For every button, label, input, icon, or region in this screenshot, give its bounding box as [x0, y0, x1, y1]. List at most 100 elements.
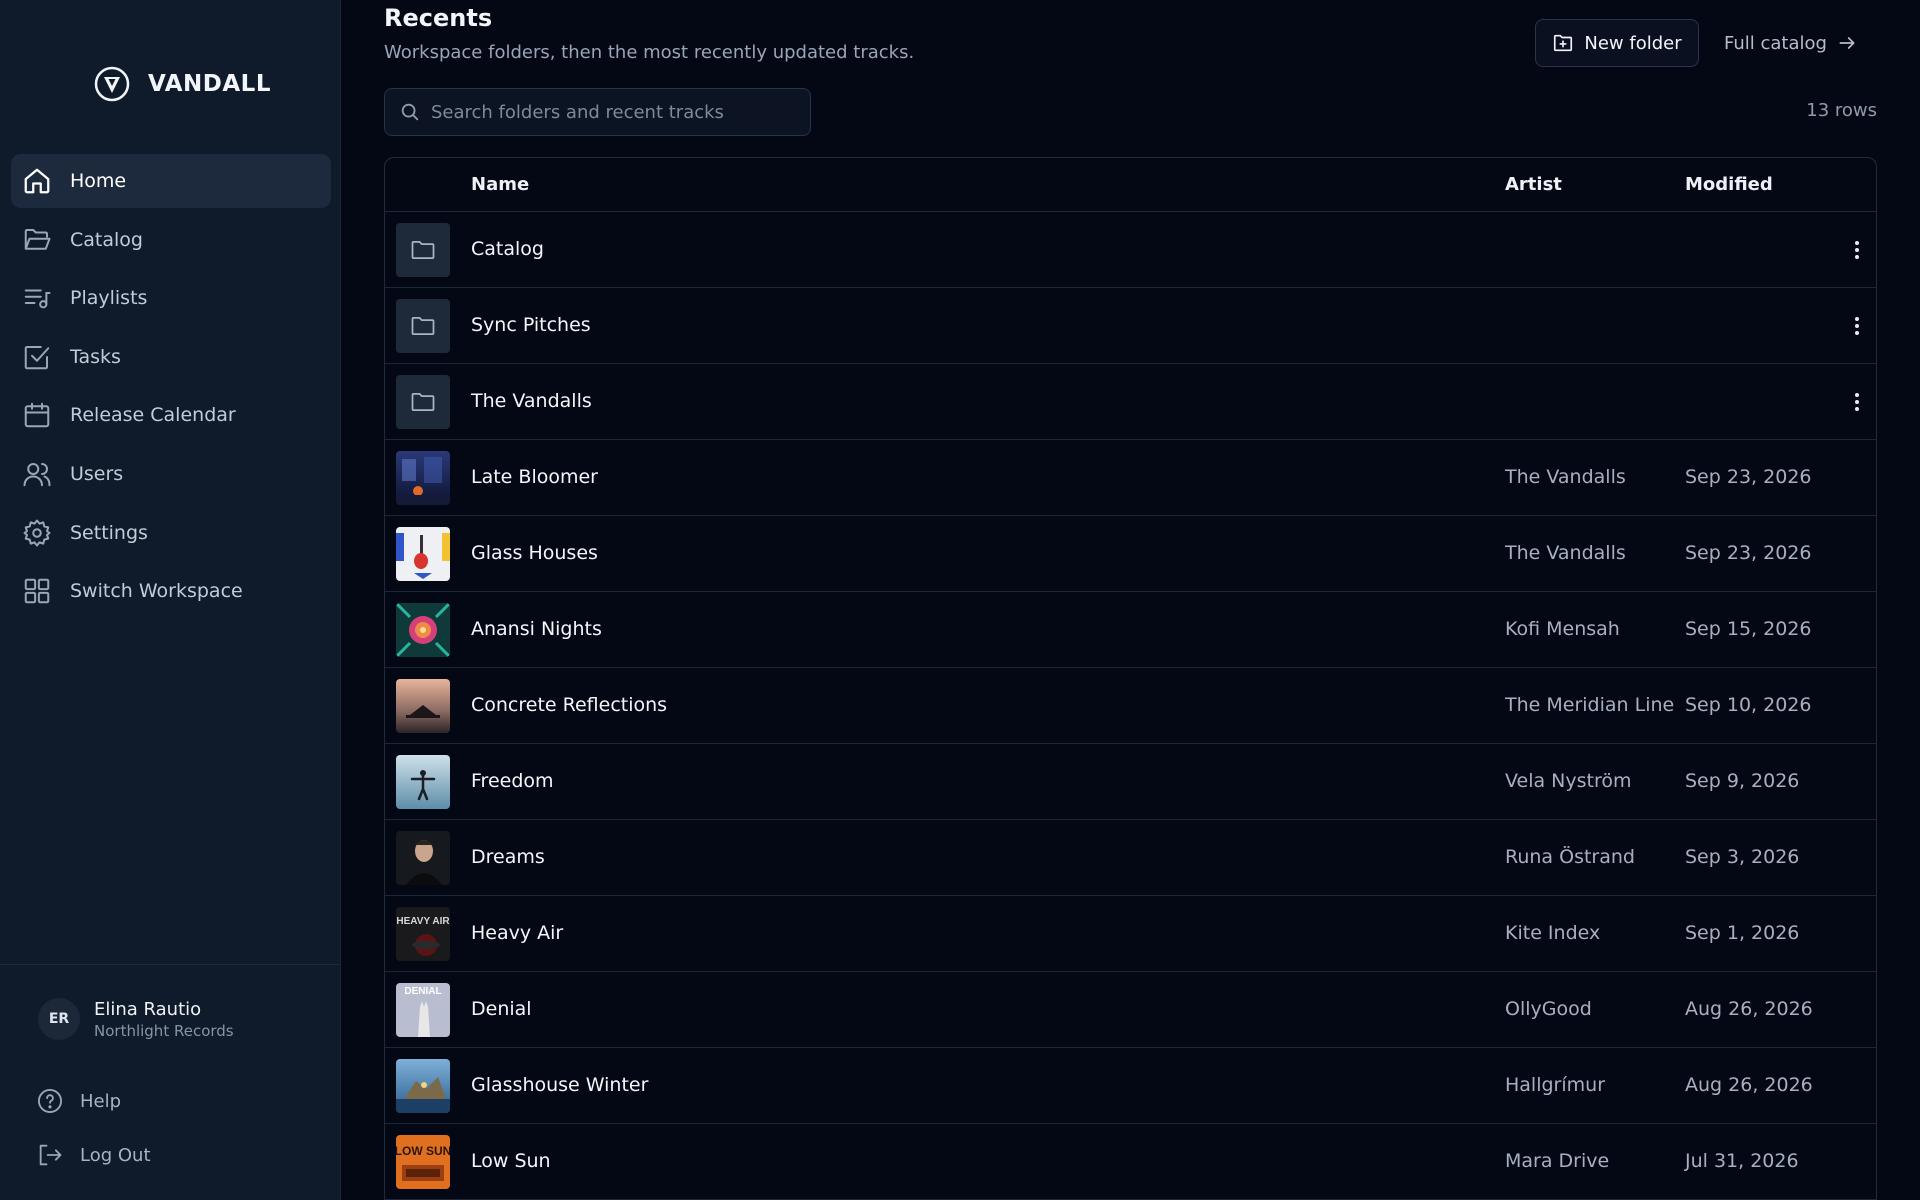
row-artist: The Vandalls [1505, 466, 1626, 488]
sidebar-item-playlists[interactable]: Playlists [11, 271, 331, 325]
sidebar-item-label: Playlists [70, 287, 148, 310]
row-name: Glasshouse Winter [471, 1074, 649, 1096]
gear-icon [23, 519, 51, 547]
new-folder-button[interactable]: New folder [1535, 19, 1699, 67]
folder-thumb [396, 299, 450, 353]
row-modified: Sep 23, 2026 [1685, 542, 1812, 564]
page-title: Recents [384, 4, 493, 32]
row-name: Late Bloomer [471, 466, 598, 488]
row-name: Glass Houses [471, 542, 598, 564]
row-name: Concrete Reflections [471, 694, 668, 716]
sidebar-item-release-calendar[interactable]: Release Calendar [11, 388, 331, 442]
home-icon [24, 168, 50, 194]
sidebar-divider [0, 964, 341, 965]
table-row[interactable]: DENIAL Denial OllyGood Aug 26, 2026 [385, 972, 1876, 1048]
album-cover: DENIAL [396, 983, 450, 1037]
sidebar-item-catalog[interactable]: Catalog [11, 213, 331, 267]
logout-label: Log Out [80, 1144, 151, 1166]
recents-table: Name Artist Modified Catalog Sync Pitche… [384, 157, 1877, 1200]
sidebar-item-switch-workspace[interactable]: Switch Workspace [11, 564, 331, 618]
user-profile[interactable]: ER Elina Rautio Northlight Records [38, 998, 234, 1040]
table-row[interactable]: LOW SUN Low Sun Mara Drive Jul 31, 2026 [385, 1124, 1876, 1200]
new-folder-label: New folder [1584, 32, 1682, 54]
grid-icon [24, 578, 50, 604]
row-name: Denial [471, 998, 532, 1020]
row-name: Low Sun [471, 1150, 551, 1172]
help-icon [37, 1088, 63, 1114]
more-vertical-icon [1855, 241, 1859, 259]
full-catalog-link[interactable]: Full catalog [1724, 19, 1857, 67]
sidebar-nav: Home Catalog Playlists Tasks Release Cal… [11, 154, 331, 623]
album-cover [396, 755, 450, 809]
sidebar-item-home[interactable]: Home [11, 154, 331, 208]
sidebar-item-label: Tasks [70, 345, 121, 368]
row-artist: Runa Östrand [1505, 846, 1635, 868]
brand[interactable]: VANDALL [94, 66, 271, 102]
table-row[interactable]: Dreams Runa Östrand Sep 3, 2026 [385, 820, 1876, 896]
album-cover [396, 527, 450, 581]
cover-lettering: DENIAL [404, 986, 441, 997]
table-row[interactable]: Late Bloomer The Vandalls Sep 23, 2026 [385, 440, 1876, 516]
logout-icon [39, 1144, 62, 1166]
user-name: Elina Rautio [94, 998, 202, 1020]
column-header-name[interactable]: Name [471, 174, 529, 195]
playlist-icon [24, 289, 51, 309]
row-modified: Sep 3, 2026 [1685, 846, 1800, 868]
sidebar-item-tasks[interactable]: Tasks [11, 330, 331, 384]
album-cover [396, 1059, 450, 1113]
help-link[interactable]: Help [36, 1087, 121, 1115]
column-header-modified[interactable]: Modified [1685, 174, 1773, 195]
table-row[interactable]: Catalog [385, 212, 1876, 288]
search-field[interactable] [384, 88, 811, 136]
row-menu-button[interactable] [1845, 388, 1869, 416]
table-row[interactable]: The Vandalls [385, 364, 1876, 440]
sidebar-item-label: Switch Workspace [70, 580, 243, 603]
sidebar-item-users[interactable]: Users [11, 447, 331, 501]
folder-icon [411, 392, 435, 412]
folder-open-icon [24, 228, 51, 250]
folder-thumb [396, 375, 450, 429]
table-row[interactable]: Concrete Reflections The Meridian Line S… [385, 668, 1876, 744]
sidebar-item-label: Catalog [70, 228, 143, 251]
search-icon [401, 103, 419, 121]
brand-name: VANDALL [148, 71, 271, 97]
row-name: Sync Pitches [471, 314, 591, 336]
logout-link[interactable]: Log Out [36, 1141, 151, 1169]
row-artist: Kofi Mensah [1505, 618, 1620, 640]
row-artist: The Vandalls [1505, 542, 1626, 564]
cover-lettering: LOW SUN [396, 1144, 450, 1158]
row-artist: The Meridian Line [1505, 694, 1675, 716]
calendar-icon [24, 403, 50, 428]
table-row[interactable]: Glasshouse Winter Hallgrímur Aug 26, 202… [385, 1048, 1876, 1124]
more-vertical-icon [1855, 317, 1859, 335]
row-modified: Sep 23, 2026 [1685, 466, 1812, 488]
table-row[interactable]: HEAVY AIR Heavy Air Kite Index Sep 1, 20… [385, 896, 1876, 972]
table-row[interactable]: Sync Pitches [385, 288, 1876, 364]
row-count: 13 rows [1806, 100, 1877, 121]
row-menu-button[interactable] [1845, 312, 1869, 340]
row-menu-button[interactable] [1845, 236, 1869, 264]
row-modified: Jul 31, 2026 [1685, 1150, 1799, 1172]
sidebar-item-settings[interactable]: Settings [11, 506, 331, 560]
table-row[interactable]: Freedom Vela Nyström Sep 9, 2026 [385, 744, 1876, 820]
sidebar-item-label: Users [70, 462, 124, 485]
vandall-logo-icon [94, 66, 130, 102]
album-cover [396, 451, 450, 505]
checkbox-icon [24, 345, 50, 370]
row-artist: Vela Nyström [1505, 770, 1632, 792]
more-vertical-icon [1855, 393, 1859, 411]
full-catalog-label: Full catalog [1724, 32, 1827, 54]
users-icon [23, 462, 51, 487]
row-modified: Aug 26, 2026 [1685, 998, 1813, 1020]
cover-lettering: HEAVY AIR [396, 916, 450, 927]
table-row[interactable]: Anansi Nights Kofi Mensah Sep 15, 2026 [385, 592, 1876, 668]
row-artist: Kite Index [1505, 922, 1601, 944]
row-name: Freedom [471, 770, 554, 792]
folder-plus-icon [1554, 34, 1573, 52]
table-row[interactable]: Glass Houses The Vandalls Sep 23, 2026 [385, 516, 1876, 592]
row-artist: Hallgrímur [1505, 1074, 1606, 1096]
column-header-artist[interactable]: Artist [1505, 174, 1562, 195]
search-input[interactable] [431, 101, 801, 123]
album-cover [396, 831, 450, 885]
user-org: Northlight Records [94, 1021, 234, 1040]
